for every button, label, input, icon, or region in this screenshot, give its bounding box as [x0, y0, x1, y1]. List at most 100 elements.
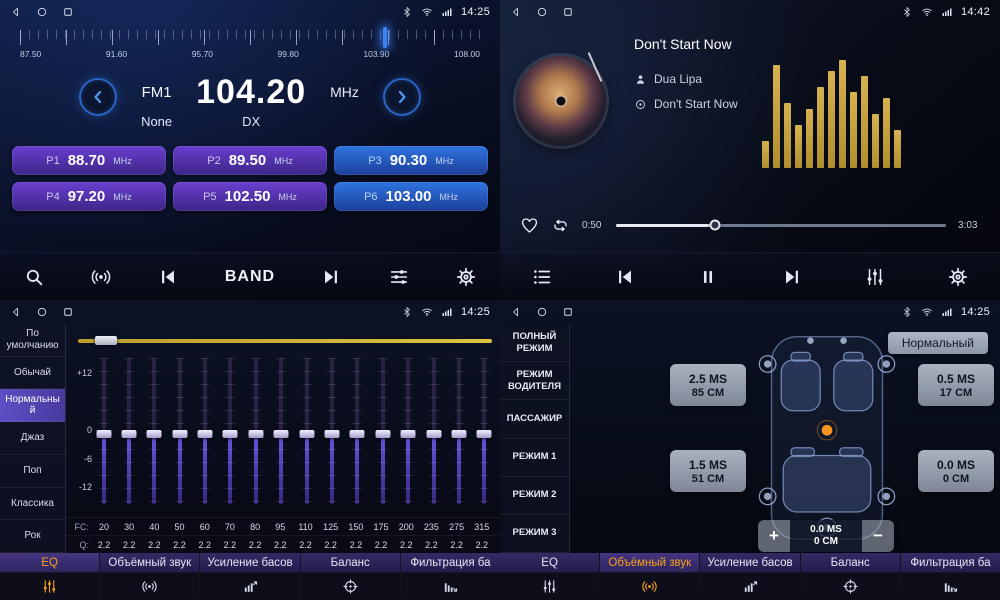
- eq-knob[interactable]: [96, 430, 111, 438]
- back-icon[interactable]: [510, 6, 522, 18]
- eq-band-slider[interactable]: [172, 358, 187, 504]
- surround-mode-item[interactable]: РЕЖИМ ВОДИТЕЛЯ: [500, 362, 569, 400]
- eq-knob[interactable]: [274, 430, 289, 438]
- tab-eq[interactable]: EQ: [0, 553, 99, 600]
- playlist-button[interactable]: [531, 266, 553, 288]
- eq-knob[interactable]: [172, 430, 187, 438]
- tab-crossover-filter[interactable]: Фильтрация ба: [400, 553, 500, 600]
- seek-bar[interactable]: [616, 224, 946, 227]
- recents-icon[interactable]: [562, 306, 574, 318]
- eq-preset-item[interactable]: Классика: [0, 488, 65, 521]
- eq-knob[interactable]: [426, 430, 441, 438]
- delay-rear-left[interactable]: 1.5 MS 51 CM: [670, 450, 746, 492]
- eq-band-slider[interactable]: [426, 358, 441, 504]
- eq-band-slider[interactable]: [147, 358, 162, 504]
- eq-knob[interactable]: [451, 430, 466, 438]
- tab-eq[interactable]: EQ: [500, 553, 599, 600]
- recents-icon[interactable]: [62, 6, 74, 18]
- tab-balance[interactable]: Баланс: [800, 553, 900, 600]
- eq-band-slider[interactable]: [198, 358, 213, 504]
- eq-knob[interactable]: [198, 430, 213, 438]
- eq-knob[interactable]: [350, 430, 365, 438]
- settings-button[interactable]: [947, 266, 969, 288]
- home-icon[interactable]: [536, 6, 548, 18]
- eq-band-slider[interactable]: [375, 358, 390, 504]
- tab-surround-sound[interactable]: Объёмный звук: [99, 553, 199, 600]
- eq-preset-item[interactable]: Поп: [0, 455, 65, 488]
- back-icon[interactable]: [510, 306, 522, 318]
- preset-button-p6[interactable]: P6103.00MHz: [334, 182, 488, 211]
- tab-bass-boost[interactable]: Усиление басов: [699, 553, 799, 600]
- eq-knob[interactable]: [147, 430, 162, 438]
- eq-knob[interactable]: [248, 430, 263, 438]
- tab-balance[interactable]: Баланс: [300, 553, 400, 600]
- eq-band-slider[interactable]: [223, 358, 238, 504]
- eq-knob[interactable]: [325, 430, 340, 438]
- home-icon[interactable]: [536, 306, 548, 318]
- favorite-icon[interactable]: [520, 216, 539, 235]
- tuning-pointer[interactable]: [383, 27, 387, 48]
- recents-icon[interactable]: [562, 6, 574, 18]
- home-icon[interactable]: [36, 306, 48, 318]
- previous-station-button[interactable]: [157, 266, 179, 288]
- surround-mode-item[interactable]: РЕЖИМ 3: [500, 515, 569, 553]
- seek-up-button[interactable]: [383, 78, 421, 116]
- eq-knob[interactable]: [223, 430, 238, 438]
- eq-band-slider[interactable]: [451, 358, 466, 504]
- home-icon[interactable]: [36, 6, 48, 18]
- eq-band-slider[interactable]: [299, 358, 314, 504]
- eq-preset-item[interactable]: По умолчанию: [0, 324, 65, 357]
- settings-button[interactable]: [455, 266, 477, 288]
- preset-button-p2[interactable]: P289.50MHz: [173, 146, 327, 175]
- tab-surround-sound[interactable]: Объёмный звук: [599, 553, 699, 600]
- eq-band-slider[interactable]: [401, 358, 416, 504]
- eq-band-slider[interactable]: [350, 358, 365, 504]
- band-button[interactable]: BAND: [225, 268, 275, 286]
- tab-crossover-filter[interactable]: Фильтрация ба: [900, 553, 1000, 600]
- increase-delay-button[interactable]: +: [758, 520, 790, 552]
- eq-preset-item[interactable]: Джаз: [0, 422, 65, 455]
- eq-knob[interactable]: [401, 430, 416, 438]
- decrease-delay-button[interactable]: −: [862, 520, 894, 552]
- eq-knob[interactable]: [375, 430, 390, 438]
- preset-button-p4[interactable]: P497.20MHz: [12, 182, 166, 211]
- progress-knob[interactable]: [710, 220, 721, 231]
- eq-preset-item[interactable]: Рок: [0, 520, 65, 553]
- equalizer-button[interactable]: [864, 266, 886, 288]
- tuner-settings-button[interactable]: [388, 266, 410, 288]
- eq-preset-item[interactable]: Нормальный: [0, 389, 65, 422]
- tab-bass-boost[interactable]: Усиление басов: [199, 553, 299, 600]
- scan-button[interactable]: [23, 266, 45, 288]
- eq-preset-item[interactable]: Обычай: [0, 357, 65, 390]
- eq-band-slider[interactable]: [325, 358, 340, 504]
- eq-knob[interactable]: [121, 430, 136, 438]
- eq-master-knob[interactable]: [95, 336, 117, 345]
- back-icon[interactable]: [10, 306, 22, 318]
- eq-knob[interactable]: [477, 430, 492, 438]
- preset-button-p3[interactable]: P390.30MHz: [334, 146, 488, 175]
- broadcast-button[interactable]: [90, 266, 112, 288]
- next-track-button[interactable]: [781, 266, 803, 288]
- eq-knob[interactable]: [299, 430, 314, 438]
- surround-mode-item[interactable]: ПОЛНЫЙ РЕЖИМ: [500, 324, 569, 362]
- seek-down-button[interactable]: [79, 78, 117, 116]
- surround-mode-item[interactable]: РЕЖИМ 2: [500, 477, 569, 515]
- pause-button[interactable]: [697, 266, 719, 288]
- eq-band-slider[interactable]: [248, 358, 263, 504]
- profile-button[interactable]: Нормальный: [888, 332, 988, 354]
- tuning-scale[interactable]: 87.50 91.60 95.70 99.80 103.90 108.00: [20, 30, 480, 62]
- delay-rear-right[interactable]: 0.0 MS 0 CM: [918, 450, 994, 492]
- eq-band-slider[interactable]: [121, 358, 136, 504]
- repeat-icon[interactable]: [551, 216, 570, 235]
- preset-button-p5[interactable]: P5102.50MHz: [173, 182, 327, 211]
- recents-icon[interactable]: [62, 306, 74, 318]
- delay-front-right[interactable]: 0.5 MS 17 CM: [918, 364, 994, 406]
- previous-track-button[interactable]: [614, 266, 636, 288]
- surround-mode-item[interactable]: ПАССАЖИР: [500, 400, 569, 438]
- surround-mode-item[interactable]: РЕЖИМ 1: [500, 439, 569, 477]
- eq-band-slider[interactable]: [96, 358, 111, 504]
- preset-button-p1[interactable]: P188.70MHz: [12, 146, 166, 175]
- next-station-button[interactable]: [320, 266, 342, 288]
- eq-band-slider[interactable]: [477, 358, 492, 504]
- delay-front-left[interactable]: 2.5 MS 85 CM: [670, 364, 746, 406]
